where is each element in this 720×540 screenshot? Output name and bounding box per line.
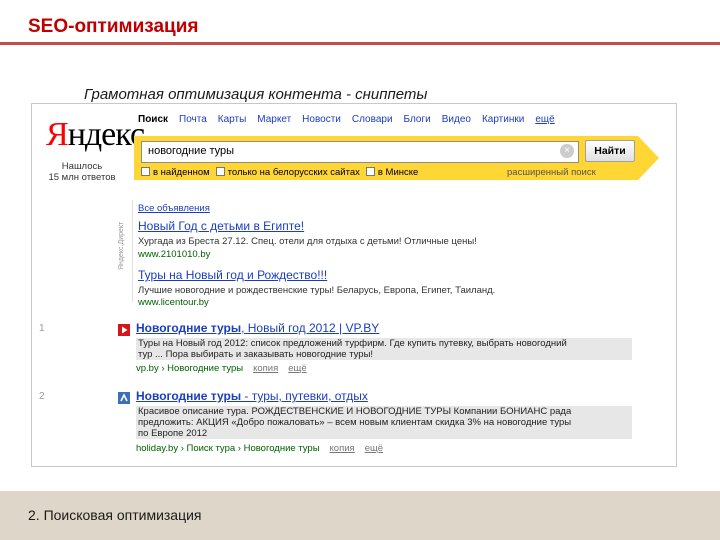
- cached-copy-link[interactable]: копия: [330, 443, 355, 454]
- advanced-search-link[interactable]: расширенный поиск: [507, 167, 596, 178]
- ads-vertical-label: Яндекс.Директ: [118, 221, 125, 270]
- ad-title[interactable]: Новый Год с детьми в Египте!: [138, 219, 304, 233]
- result-rank: 2: [39, 391, 45, 402]
- tab-market[interactable]: Маркет: [257, 114, 291, 125]
- filter-label: только на белорусских сайтах: [227, 167, 360, 178]
- logo-letter: Я: [46, 116, 69, 153]
- footer-section-title: 2. Поисковая оптимизация: [28, 507, 202, 523]
- checkbox-icon[interactable]: [365, 167, 375, 176]
- logo-rest: ндекс: [67, 116, 145, 153]
- tab-video[interactable]: Видео: [442, 114, 471, 125]
- tab-maps[interactable]: Карты: [218, 114, 247, 125]
- search-button[interactable]: Найти: [585, 140, 635, 162]
- found-count: 15 млн ответов: [48, 172, 116, 183]
- title-keyword: Новогодние туры: [136, 321, 242, 335]
- tab-blogs[interactable]: Блоги: [404, 114, 431, 125]
- play-icon: [118, 324, 130, 336]
- tab-images[interactable]: Картинки: [482, 114, 524, 125]
- filter-belarus-sites[interactable]: только на белорусских сайтах: [215, 167, 360, 178]
- result-snippet: по Европе 2012: [136, 428, 632, 439]
- result-title[interactable]: Новогодние туры - туры, путевки, отдых: [136, 389, 368, 403]
- result-snippet: Туры на Новый год 2012: список предложен…: [136, 338, 632, 349]
- tab-mail[interactable]: Почта: [179, 114, 207, 125]
- search-input[interactable]: новогодние туры: [141, 141, 579, 163]
- more-link[interactable]: ещё: [288, 363, 306, 374]
- ad-text: Лучшие новогодние и рождественские туры!…: [138, 285, 496, 296]
- filter-in-found[interactable]: в найденном: [141, 167, 210, 178]
- all-ads-link[interactable]: Все объявления: [138, 203, 210, 214]
- title-rest: - туры, путевки, отдых: [241, 389, 368, 403]
- title-divider: [0, 42, 720, 45]
- checkbox-icon[interactable]: [215, 167, 225, 176]
- result-snippet: предложить: АКЦИЯ «Добро пожаловать» – в…: [136, 417, 632, 428]
- yandex-logo[interactable]: Яндекс: [46, 116, 145, 154]
- filter-minsk[interactable]: в Минске: [365, 167, 419, 178]
- title-rest: , Новый год 2012 | VP.BY: [241, 321, 380, 335]
- yandex-screenshot: Яндекс Нашлось 15 млн ответов Поиск Почт…: [31, 103, 677, 467]
- site-favicon-icon: [118, 392, 130, 404]
- ad-url[interactable]: www.2101010.by: [138, 249, 210, 260]
- result-rank: 1: [39, 323, 45, 334]
- result-url-text[interactable]: holiday.by › Поиск тура › Новогодние тур…: [136, 443, 320, 454]
- title-keyword: Новогодние туры: [136, 389, 242, 403]
- service-tabs: Поиск Почта Карты Маркет Новости Словари…: [138, 114, 555, 125]
- cached-copy-link[interactable]: копия: [253, 363, 278, 374]
- search-filters: в найденном только на белорусских сайтах…: [141, 167, 418, 178]
- result-url-text[interactable]: vp.by › Новогодние туры: [136, 363, 243, 374]
- result-url: vp.by › Новогодние туры копия ещё: [136, 363, 307, 374]
- result-snippet: Красивое описание тура. РОЖДЕСТВЕНСКИЕ И…: [136, 406, 632, 417]
- ad-url[interactable]: www.licentour.by: [138, 297, 209, 308]
- slide-subtitle: Грамотная оптимизация контента - сниппет…: [84, 86, 428, 103]
- tab-more[interactable]: ещё: [535, 114, 554, 125]
- ad-text: Хургада из Бреста 27.12. Спец. отели для…: [138, 236, 477, 247]
- more-link[interactable]: ещё: [365, 443, 383, 454]
- result-snippet: тур ... Пора выбирать и заказывать новог…: [136, 349, 632, 360]
- checkbox-icon[interactable]: [141, 167, 150, 176]
- clear-icon[interactable]: ×: [560, 144, 574, 158]
- results-count: Нашлось 15 млн ответов: [46, 161, 118, 183]
- slide-title: SEO-оптимизация: [28, 16, 199, 37]
- tab-search[interactable]: Поиск: [138, 114, 168, 125]
- filter-label: в Минске: [377, 167, 419, 178]
- filter-label: в найденном: [153, 167, 210, 178]
- result-title[interactable]: Новогодние туры, Новый год 2012 | VP.BY: [136, 321, 379, 335]
- tab-news[interactable]: Новости: [302, 114, 341, 125]
- found-label: Нашлось: [61, 161, 103, 172]
- result-url: holiday.by › Поиск тура › Новогодние тур…: [136, 443, 383, 454]
- ad-title[interactable]: Туры на Новый год и Рождество!!!: [138, 268, 327, 282]
- tab-dictionaries[interactable]: Словари: [352, 114, 393, 125]
